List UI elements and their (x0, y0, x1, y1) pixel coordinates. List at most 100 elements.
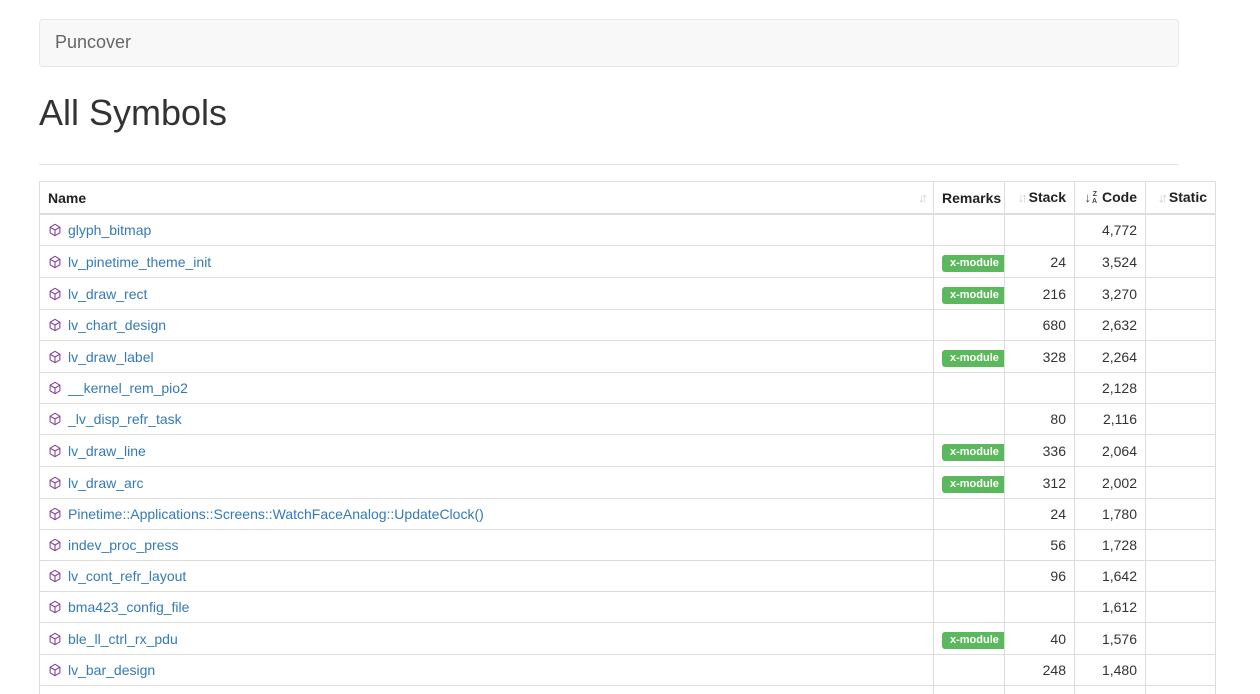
remarks-cell (934, 686, 1005, 694)
name-cell: lv_chart_design (40, 310, 934, 341)
static-cell (1146, 623, 1216, 655)
x-module-badge: x-module (942, 444, 1005, 461)
static-cell (1146, 592, 1216, 623)
symbol-link[interactable]: _lv_disp_refr_task (68, 411, 182, 427)
table-row: _lv_disp_refr_task 80 2,116 (40, 404, 1216, 435)
symbol-link[interactable]: lv_draw_label (68, 349, 154, 365)
column-header-stack[interactable]: ↓↑Stack (1005, 182, 1075, 215)
x-module-badge: x-module (942, 632, 1005, 649)
stack-cell: 96 (1005, 561, 1075, 592)
name-cell: lv_draw_line (40, 435, 934, 467)
symbol-link[interactable]: lv_draw_rect (68, 286, 147, 302)
stack-cell: 312 (1005, 467, 1075, 499)
x-module-badge: x-module (942, 350, 1005, 367)
code-cell: 2,264 (1075, 341, 1146, 373)
table-row: Pinetime::Applications::Screens::WatchFa… (40, 499, 1216, 530)
sort-icon: ↓↑ (1018, 188, 1025, 208)
remarks-cell (934, 499, 1005, 530)
stack-cell: 328 (1005, 341, 1075, 373)
remarks-cell: x-module (934, 467, 1005, 499)
navbar: Puncover (39, 19, 1179, 67)
symbol-link[interactable]: lv_cont_refr_layout (68, 568, 186, 584)
cube-icon (48, 568, 62, 582)
table-row: bma423_config_file 1,612 (40, 592, 1216, 623)
static-cell (1146, 246, 1216, 278)
cube-icon (48, 380, 62, 394)
code-cell: 3,524 (1075, 246, 1146, 278)
code-cell: 4,772 (1075, 214, 1146, 246)
static-cell (1146, 686, 1216, 694)
x-module-badge: x-module (942, 255, 1005, 272)
name-cell: lv_draw_rect (40, 278, 934, 310)
symbol-link[interactable]: ble_ll_ctrl_rx_pdu (68, 631, 178, 647)
stack-cell: 336 (1005, 435, 1075, 467)
table-row: indev_proc_press 56 1,728 (40, 530, 1216, 561)
name-cell: lv_draw_label (40, 341, 934, 373)
stack-cell: 24 (1005, 499, 1075, 530)
symbol-link[interactable]: lv_draw_arc (68, 475, 143, 491)
code-cell: 1,642 (1075, 561, 1146, 592)
name-cell: __kernel_rem_pio2 (40, 373, 934, 404)
table-row: lv_draw_label x-module 328 2,264 (40, 341, 1216, 373)
symbol-link[interactable]: lv_draw_line (68, 443, 146, 459)
stack-cell (1005, 592, 1075, 623)
sort-icon: ↓↑ (918, 188, 925, 208)
table-row: lv_bar_design 248 1,480 (40, 655, 1216, 686)
symbol-link[interactable]: glyph_bitmap (68, 222, 151, 238)
static-cell (1146, 561, 1216, 592)
symbol-link[interactable]: indev_proc_press (68, 537, 179, 553)
cube-icon (48, 254, 62, 268)
name-cell: _lv_disp_refr_task (40, 404, 934, 435)
cube-icon (48, 286, 62, 300)
navbar-brand-link[interactable]: Puncover (40, 30, 146, 56)
static-cell (1146, 214, 1216, 246)
column-header-remarks[interactable]: Remarks (934, 182, 1005, 215)
symbols-table: Name ↓↑ Remarks ↓↑Stack ↓zaCode ↓↑Static (39, 181, 1216, 694)
code-cell: 2,116 (1075, 404, 1146, 435)
column-header-code[interactable]: ↓zaCode (1075, 182, 1146, 215)
cube-icon (48, 222, 62, 236)
stack-cell: 24 (1005, 246, 1075, 278)
column-header-name[interactable]: Name ↓↑ (40, 182, 934, 215)
remarks-cell (934, 404, 1005, 435)
static-cell (1146, 404, 1216, 435)
table-row: glyph_bitmap 4,772 (40, 214, 1216, 246)
code-cell: 2,002 (1075, 467, 1146, 499)
static-cell (1146, 278, 1216, 310)
remarks-cell: x-module (934, 341, 1005, 373)
main-container: Puncover All Symbols Name ↓↑ Remarks (39, 19, 1179, 694)
code-cell: 1,612 (1075, 592, 1146, 623)
remarks-cell (934, 214, 1005, 246)
table-row: inv_arc_area 88 1,402 (40, 686, 1216, 694)
column-header-static[interactable]: ↓↑Static (1146, 182, 1216, 215)
table-row: ble_ll_ctrl_rx_pdu x-module 40 1,576 (40, 623, 1216, 655)
remarks-cell: x-module (934, 435, 1005, 467)
cube-icon (48, 349, 62, 363)
symbol-link[interactable]: lv_chart_design (68, 317, 166, 333)
name-cell: inv_arc_area (40, 686, 934, 694)
column-label-stack: Stack (1029, 189, 1066, 205)
remarks-cell: x-module (934, 278, 1005, 310)
cube-icon (48, 599, 62, 613)
remarks-cell: x-module (934, 246, 1005, 278)
column-label-name: Name (48, 188, 86, 208)
symbol-link[interactable]: __kernel_rem_pio2 (68, 380, 188, 396)
cube-icon (48, 662, 62, 676)
name-cell: lv_cont_refr_layout (40, 561, 934, 592)
stack-cell: 216 (1005, 278, 1075, 310)
table-row: lv_cont_refr_layout 96 1,642 (40, 561, 1216, 592)
remarks-cell: x-module (934, 623, 1005, 655)
remarks-cell (934, 310, 1005, 341)
stack-cell: 680 (1005, 310, 1075, 341)
code-cell: 1,480 (1075, 655, 1146, 686)
table-row: lv_draw_rect x-module 216 3,270 (40, 278, 1216, 310)
symbol-link[interactable]: bma423_config_file (68, 599, 189, 615)
remarks-cell (934, 530, 1005, 561)
stack-cell: 56 (1005, 530, 1075, 561)
symbol-link[interactable]: Pinetime::Applications::Screens::WatchFa… (68, 506, 484, 522)
symbol-link[interactable]: lv_pinetime_theme_init (68, 254, 211, 270)
code-cell: 1,402 (1075, 686, 1146, 694)
column-label-remarks: Remarks (942, 190, 1001, 206)
name-cell: lv_pinetime_theme_init (40, 246, 934, 278)
symbol-link[interactable]: lv_bar_design (68, 662, 155, 678)
